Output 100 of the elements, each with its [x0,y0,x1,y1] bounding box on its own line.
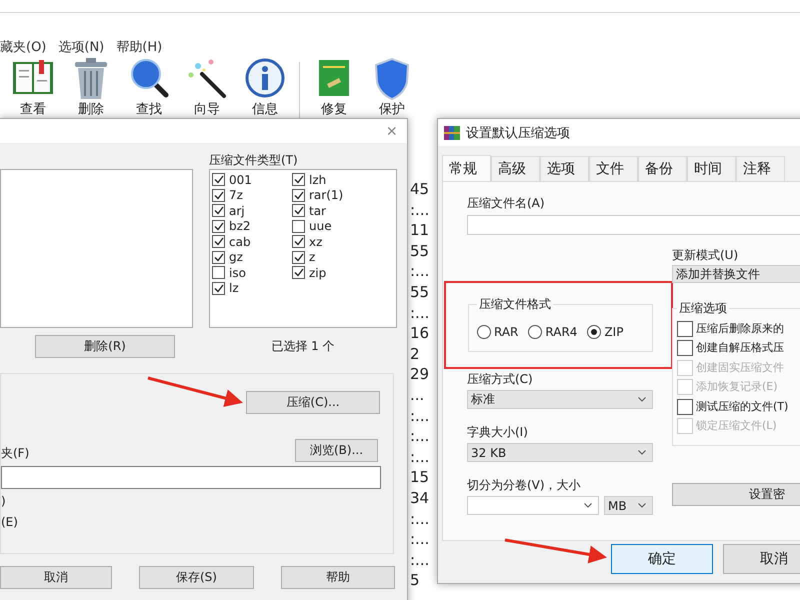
table-cell: :... [410,200,430,220]
tab[interactable]: 备份 [638,156,687,181]
checkbox[interactable] [677,398,693,415]
checkbox[interactable] [212,188,225,202]
checkbox[interactable] [212,266,225,280]
option-label: (E) [1,515,18,529]
table-cell: :... [410,406,430,426]
tab[interactable]: 注释 [736,156,785,181]
trash-icon [73,58,109,100]
checkbox[interactable] [677,340,693,356]
checkbox-label: 测试压缩的文件(T) [696,400,788,414]
checkbox[interactable] [212,250,225,264]
radio-button[interactable]: RAR [477,325,518,339]
caret-icon [638,503,646,508]
toolbar-button[interactable]: 向导 [178,58,236,118]
table-cell: 55 [410,282,430,303]
checkbox-label: 压缩后删除原来的 [696,322,784,336]
tab[interactable]: 常规 [442,155,491,181]
selection-count: 已选择 1 个 [270,338,336,355]
checkbox-label: iso [229,266,246,280]
checkbox-label: cab [229,234,251,249]
tab[interactable]: 高级 [491,156,540,181]
caret-icon [638,450,646,455]
input-field[interactable] [1,466,381,489]
dropdown[interactable]: MB [604,496,653,515]
checkbox-label: 创建固实压缩文件 [696,360,784,375]
checkbox-label: 001 [229,172,252,187]
dialog-button[interactable]: 帮助 [281,566,395,589]
checkbox-label: xz [309,234,322,249]
checkbox[interactable] [292,204,305,218]
toolbar-button[interactable]: 保护 [363,58,421,118]
option-label: ) [1,494,6,508]
checkbox[interactable] [212,204,225,218]
checkbox[interactable] [212,282,225,295]
table-cell: 55 [410,240,430,262]
password-button[interactable]: 设置密 [672,483,800,506]
checkbox[interactable] [292,235,305,248]
tab[interactable]: 选项 [540,156,589,181]
field-label: 压缩方式(C) [467,372,534,386]
group-title: 压缩选项 [678,300,728,317]
table-cell: 11 [410,220,430,241]
checkbox[interactable] [292,173,305,186]
dialog-button[interactable]: 取消 [0,566,112,589]
caret-icon [638,397,646,402]
table-cell: 29 [410,364,430,385]
checkbox-label: bz2 [229,219,251,234]
dialog-button[interactable]: 确定 [611,544,713,574]
browse-button[interactable]: 浏览(B)... [295,439,378,462]
compress-button[interactable]: 压缩(C)... [246,391,380,414]
table-cell-text: 2 [410,344,421,364]
field-label: 字典大小(I) [467,425,529,439]
checkbox[interactable] [212,235,225,248]
input-field[interactable] [467,215,800,235]
toolbar-button[interactable]: 删除 [62,58,120,118]
table-cell-text: ... [410,384,426,406]
toolbar-button[interactable]: 修复 [305,58,363,118]
checkbox[interactable] [212,173,225,186]
checkbox-label: 创建自解压格式压 [696,341,784,356]
table-cell: 15 [410,467,430,488]
toolbar-button[interactable]: 查找 [120,58,178,118]
checkbox-label: arj [229,204,245,218]
delete-button[interactable]: 删除(R) [35,335,175,358]
dialog-button[interactable]: 取消 [723,544,800,574]
table-cell: :... [410,508,430,530]
checkbox[interactable] [292,266,305,280]
checkbox[interactable] [212,220,225,233]
tab[interactable]: 文件 [589,156,638,181]
search-icon [129,58,169,98]
table-cell: :... [410,261,430,282]
table-cell: :... [410,302,430,324]
window-title: 设置默认压缩选项 [466,124,570,142]
toolbar-button[interactable]: 查看 [4,58,62,118]
dropdown[interactable]: 32 KB [467,443,653,462]
dialog-button[interactable]: 保存(S) [139,566,254,589]
checkbox-label: 锁定压缩文件(L) [696,419,777,434]
checkbox[interactable] [677,320,693,337]
checkbox-label: zip [309,266,326,280]
shield-icon [374,58,410,100]
menu-item[interactable]: 选项(N) [58,38,104,58]
checkbox-label: 添加恢复记录(E) [696,380,778,394]
close-button[interactable]: × [376,119,407,143]
table-cell: :... [410,446,430,468]
checkbox[interactable] [292,220,305,233]
radio-button[interactable]: ZIP [587,325,624,339]
checkbox[interactable] [292,250,305,264]
field-label: 更新模式(U) [672,248,740,262]
checkbox[interactable] [292,188,305,202]
dropdown[interactable]: 标准 [467,390,653,409]
tab[interactable]: 时间 [687,156,736,181]
menu-item[interactable]: 帮助(H) [116,38,162,58]
checkbox-label: z [309,250,316,264]
radio-button[interactable]: RAR4 [528,325,578,339]
toolbar-button[interactable]: 信息 [236,58,294,118]
table-cell: 34 [410,488,430,508]
table-cell-text: 5 [410,570,421,591]
menu-item[interactable]: 藏夹(O) [0,38,46,58]
field-label: 夹(F) [1,445,30,462]
dropdown[interactable]: 添加并替换文件 [672,265,800,283]
caret-icon [584,503,592,508]
ledger-icon [317,58,351,98]
